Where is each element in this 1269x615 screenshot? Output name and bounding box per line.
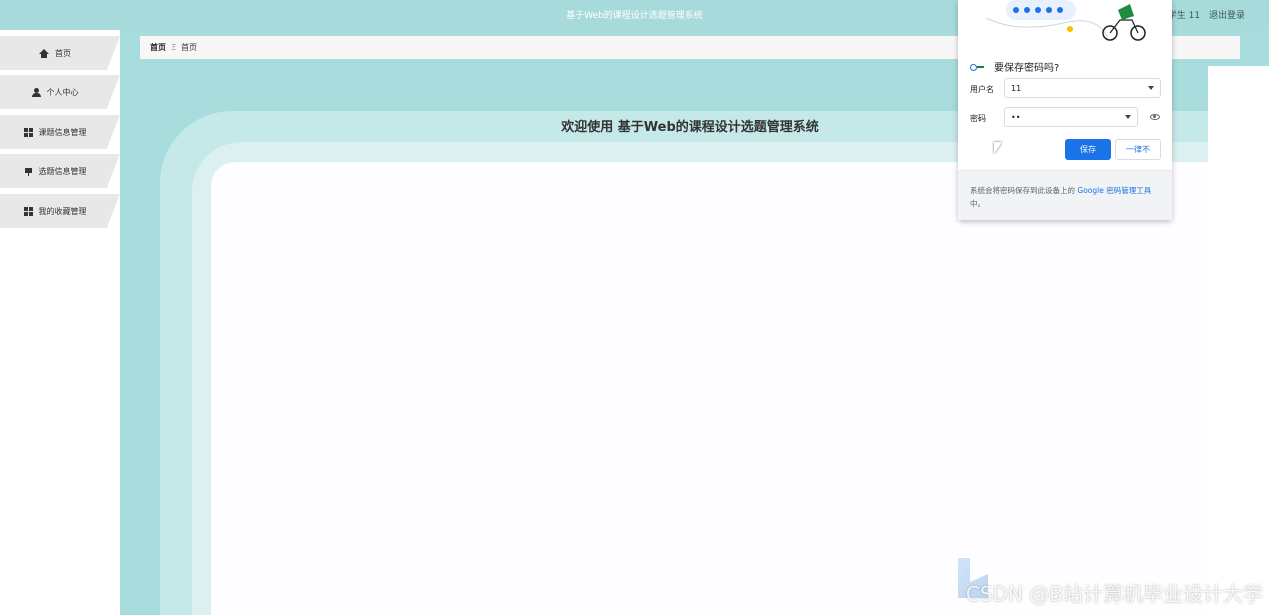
username-field[interactable]: 11 xyxy=(1004,78,1161,98)
popup-title-text: 要保存密码吗? xyxy=(994,63,1060,74)
footer-suffix: 中。 xyxy=(970,199,985,208)
menu-edge xyxy=(107,194,120,228)
password-label: 密码 xyxy=(970,114,986,123)
logout-link[interactable]: 退出登录 xyxy=(1209,11,1245,21)
eye-icon[interactable] xyxy=(1150,114,1160,120)
breadcrumb-separator: Ξ xyxy=(171,43,177,52)
user-area: 学生 11 退出登录 xyxy=(1162,8,1245,21)
popup-footer: 系统会将密码保存到此设备上的 Google 密码管理工具中。 xyxy=(958,171,1172,220)
right-white-band xyxy=(1208,66,1269,615)
sidebar-item-favorites[interactable]: 我的收藏管理 xyxy=(0,194,120,228)
menu-edge xyxy=(107,115,120,149)
sidebar-item-label: 首页 xyxy=(55,48,71,58)
sidebar-item-label: 我的收藏管理 xyxy=(38,206,87,216)
menu-edge xyxy=(107,75,120,109)
sidebar-item-profile[interactable]: 个人中心 xyxy=(0,75,120,109)
save-button[interactable]: 保存 xyxy=(1065,139,1111,160)
chevron-down-icon[interactable] xyxy=(1125,115,1131,119)
password-field[interactable]: •• xyxy=(1004,107,1138,127)
mouse-cursor-icon xyxy=(994,142,1002,154)
menu-edge xyxy=(107,154,120,188)
watermark: CSDN @B站计算机毕业设计大学 xyxy=(965,582,1263,606)
grid-icon xyxy=(23,206,33,216)
menu-edge xyxy=(107,36,120,70)
sidebar-item-label: 个人中心 xyxy=(46,87,79,97)
chevron-down-icon[interactable] xyxy=(1148,86,1154,90)
user-icon xyxy=(31,87,41,97)
content-card xyxy=(211,162,1261,615)
sidebar: 首页 个人中心 课题信息管理 选题信息管理 我的收藏管理 xyxy=(0,30,120,615)
pin-icon xyxy=(24,167,33,176)
footer-text: 系统会将密码保存到此设备上的 xyxy=(970,186,1075,195)
breadcrumb-root[interactable]: 首页 xyxy=(150,42,166,53)
google-password-manager-link[interactable]: Google 密码管理工具 xyxy=(1077,186,1151,195)
user-label: 学生 11 xyxy=(1167,11,1201,21)
sidebar-item-topic-info[interactable]: 课题信息管理 xyxy=(0,115,120,149)
popup-illustration xyxy=(985,0,1146,41)
save-password-popup: 要保存密码吗? 用户名 11 密码 •• 保存 一律不 系统会将密码保存到此设备… xyxy=(958,0,1172,220)
sidebar-item-label: 课题信息管理 xyxy=(38,127,87,137)
password-value: •• xyxy=(1011,112,1021,122)
sidebar-item-selection-info[interactable]: 选题信息管理 xyxy=(0,154,120,188)
grid-icon xyxy=(23,127,33,137)
key-icon xyxy=(970,63,986,71)
username-value: 11 xyxy=(1011,83,1022,93)
popup-footer-text: 系统会将密码保存到此设备上的 Google 密码管理工具中。 xyxy=(970,184,1162,210)
sidebar-item-label: 选题信息管理 xyxy=(38,166,87,176)
never-button[interactable]: 一律不 xyxy=(1115,139,1161,160)
popup-title: 要保存密码吗? xyxy=(970,59,1059,74)
username-label: 用户名 xyxy=(970,85,994,94)
home-icon xyxy=(39,48,49,58)
breadcrumb-current: 首页 xyxy=(181,43,198,52)
sidebar-item-home[interactable]: 首页 xyxy=(0,36,120,70)
